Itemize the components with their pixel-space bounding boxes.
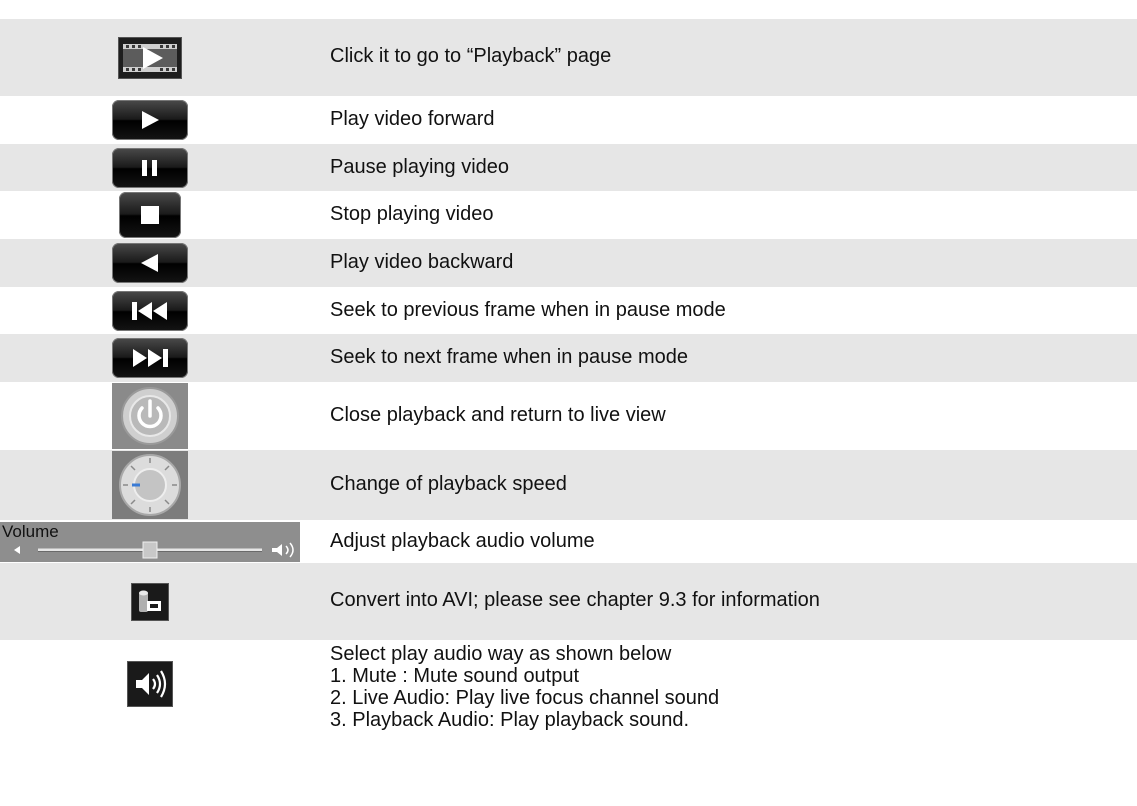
list-item: Play video backward <box>0 239 1137 287</box>
row-description: Play video backward <box>330 251 514 273</box>
play-backward-icon <box>112 243 188 283</box>
next-frame-icon <box>112 338 188 378</box>
audio-intro: Select play audio way as shown below <box>330 643 672 665</box>
audio-speaker-icon <box>127 661 173 707</box>
row-description: Pause playing video <box>330 156 510 178</box>
list-item: Stop playing video <box>0 191 1137 239</box>
speed-dial-icon <box>112 451 188 519</box>
previous-frame-icon <box>112 290 188 331</box>
list-item: Select play audio way as shown below 1. … <box>0 640 1137 806</box>
row-description: Close playback and return to live view <box>330 404 666 426</box>
list-item: Play video forward <box>0 96 1137 144</box>
playback-page-film-icon <box>118 36 182 79</box>
list-item: Close playback and return to live view <box>0 382 1137 450</box>
power-close-icon <box>112 383 188 449</box>
row-description: Seek to previous frame when in pause mod… <box>330 299 726 321</box>
volume-slider-icon: Volume <box>0 522 300 562</box>
row-description: Play video forward <box>330 108 495 130</box>
audio-option-live: 2. Live Audio: Play live focus channel s… <box>330 687 720 709</box>
audio-option-playback: 3. Playback Audio: Play playback sound. <box>330 709 690 731</box>
list-item: Volume Adjust playback audio volume <box>0 520 1137 563</box>
audio-options: Select play audio way as shown below 1. … <box>330 643 719 731</box>
row-description: Seek to next frame when in pause mode <box>330 346 688 368</box>
list-item: Pause playing video <box>0 144 1137 191</box>
audio-option-mute: 1. Mute : Mute sound output <box>330 665 580 687</box>
list-item: Change of playback speed <box>0 450 1137 520</box>
play-forward-icon <box>112 100 188 140</box>
row-description: Adjust playback audio volume <box>330 530 595 552</box>
row-description: Change of playback speed <box>330 473 567 495</box>
list-item: Seek to next frame when in pause mode <box>0 334 1137 382</box>
row-description: Click it to go to “Playback” page <box>330 45 612 67</box>
convert-avi-icon <box>131 582 169 621</box>
row-description: Stop playing video <box>330 203 494 225</box>
pause-icon <box>112 147 188 188</box>
stop-icon <box>119 192 181 238</box>
list-item: Convert into AVI; please see chapter 9.3… <box>0 563 1137 640</box>
list-item: Seek to previous frame when in pause mod… <box>0 287 1137 334</box>
row-description: Convert into AVI; please see chapter 9.3… <box>330 589 820 611</box>
list-item: Click it to go to “Playback” page <box>0 19 1137 96</box>
